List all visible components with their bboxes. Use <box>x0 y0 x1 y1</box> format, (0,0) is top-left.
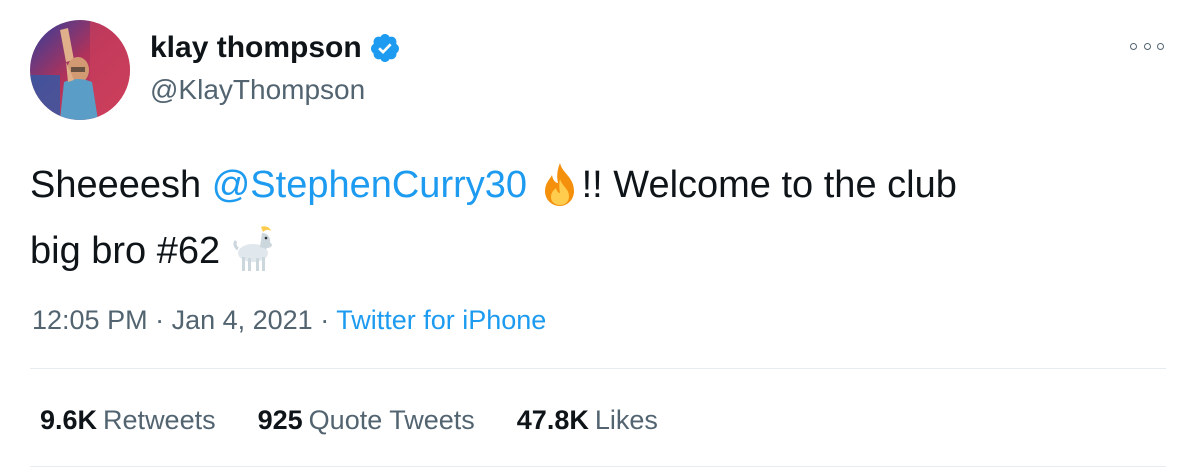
goat-emoji-icon <box>231 223 281 289</box>
user-handle[interactable]: @KlayThompson <box>150 72 365 108</box>
display-name[interactable]: klay thompson <box>150 30 401 66</box>
tweet-text: Sheeeesh @StephenCurry30 !! Welcome to t… <box>30 157 1150 289</box>
tweet-card: klay thompson @KlayThompson Sheeeesh @St… <box>0 0 1192 472</box>
tweet-date[interactable]: Jan 4, 2021 <box>172 305 313 335</box>
tweet-time[interactable]: 12:05 PM <box>32 305 148 335</box>
quote-tweets-stat[interactable]: 925 Quote Tweets <box>258 402 475 438</box>
avatar-image <box>30 20 130 120</box>
tweet-text-line2: big bro #62 <box>30 230 221 272</box>
meta-separator: · <box>147 305 172 335</box>
divider <box>30 368 1166 369</box>
divider-bottom <box>30 466 1166 467</box>
likes-count: 47.8K <box>516 405 589 435</box>
mention-link[interactable]: @StephenCurry30 <box>212 164 527 206</box>
tweet-text-part1: Sheeeesh <box>30 164 212 206</box>
tweet-metadata: 12:05 PM · Jan 4, 2021 · Twitter for iPh… <box>32 302 546 338</box>
fire-emoji-icon <box>538 161 582 223</box>
retweets-count: 9.6K <box>40 405 98 435</box>
meta-separator-2: · <box>312 305 337 335</box>
verified-badge-icon <box>369 32 401 64</box>
likes-stat[interactable]: 47.8K Likes <box>517 402 658 438</box>
likes-label: Likes <box>594 405 658 435</box>
more-options-icon[interactable] <box>1130 34 1164 58</box>
avatar[interactable] <box>30 20 130 120</box>
quote-tweets-label: Quote Tweets <box>308 405 475 435</box>
quote-tweets-count: 925 <box>257 405 303 435</box>
engagement-stats: 9.6K Retweets 925 Quote Tweets 47.8K Likes <box>40 402 700 438</box>
retweets-stat[interactable]: 9.6K Retweets <box>40 402 216 438</box>
retweets-label: Retweets <box>103 405 216 435</box>
display-name-text: klay thompson <box>150 31 362 64</box>
tweet-text-part2: !! Welcome to the club <box>581 164 957 206</box>
tweet-source[interactable]: Twitter for iPhone <box>336 305 546 335</box>
